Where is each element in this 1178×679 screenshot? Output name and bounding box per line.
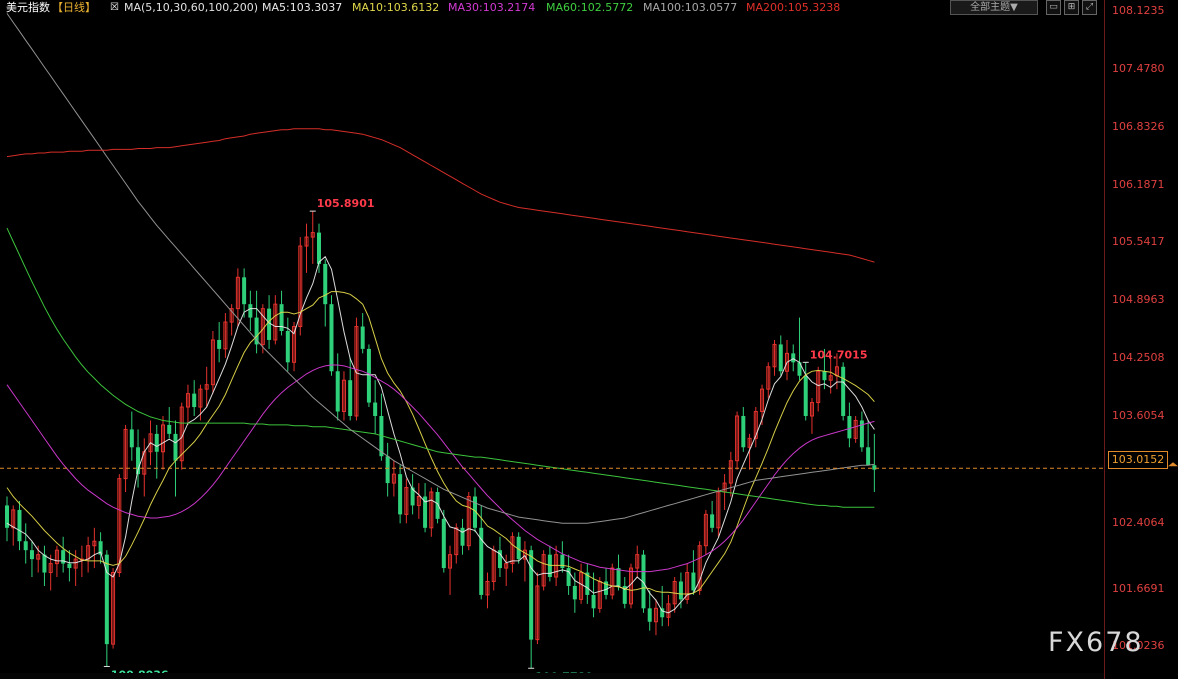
price-tick-label: 106.8326 — [1112, 119, 1165, 133]
ma30-value: MA30:103.2174 — [448, 1, 536, 14]
candle-body — [192, 393, 197, 408]
price-tick-label: 108.1235 — [1112, 4, 1165, 18]
candle-body — [267, 308, 272, 340]
candle-body — [691, 572, 696, 591]
candle-body — [678, 581, 683, 600]
ma-params-label[interactable]: MA(5,10,30,60,100,200) — [124, 0, 258, 15]
candle-body — [778, 344, 783, 372]
high-label: 104.7015 — [810, 348, 868, 361]
candle-body — [17, 509, 22, 542]
price-tick-label: 104.2508 — [1112, 350, 1165, 364]
high-label: 105.8901 — [317, 197, 375, 210]
candle-body — [710, 514, 715, 528]
symbol-name: 美元指数 — [6, 1, 50, 14]
candle-body — [348, 380, 353, 416]
trend-tool-icon[interactable]: ⤢ — [1082, 0, 1097, 15]
candle-body — [29, 550, 34, 560]
candle-body — [647, 608, 652, 622]
price-tick-label: 101.6691 — [1112, 581, 1165, 595]
ma100-value: MA100:103.0577 — [643, 1, 738, 14]
candle-body — [129, 429, 134, 448]
ma200-value: MA200:105.3238 — [746, 1, 841, 14]
candle-body — [460, 527, 465, 546]
candle-body — [335, 371, 340, 412]
single-pane-icon[interactable]: ▭ — [1046, 0, 1061, 15]
price-tick-label: 105.5417 — [1112, 235, 1165, 249]
candle-body — [67, 563, 72, 569]
candlestick-chart[interactable]: 100.8036105.8901100.7789104.7015 — [0, 0, 1178, 679]
current-price-marker — [1168, 462, 1178, 467]
candle-body — [317, 232, 321, 264]
candle-body — [529, 550, 534, 640]
price-tick-label: 104.8963 — [1112, 293, 1165, 307]
candle-body — [841, 366, 846, 416]
candle-body — [616, 568, 621, 586]
candle-body — [167, 424, 172, 434]
current-price-box: 103.0152 — [1108, 451, 1168, 469]
candle-body — [591, 594, 596, 609]
price-tick-label: 102.4064 — [1112, 515, 1165, 529]
candle-body — [803, 375, 808, 416]
candle-body — [847, 415, 852, 439]
candle-body — [741, 415, 746, 448]
ma-line-ma200 — [6, 128, 875, 263]
price-tick-label: 107.4780 — [1112, 62, 1165, 76]
candle-body — [42, 554, 47, 573]
candle-body — [385, 456, 390, 484]
candle-body — [248, 304, 253, 318]
indicator-toggle-icon[interactable]: ☒ — [110, 0, 119, 15]
candle-body — [285, 331, 290, 363]
bottom-indicator-strip — [0, 673, 1104, 679]
ma60-value: MA60:102.5772 — [546, 1, 634, 14]
candle-body — [242, 277, 247, 305]
ma5-value: MA5:103.3037 — [262, 1, 343, 14]
candle-body — [23, 541, 28, 551]
candle-body — [217, 339, 222, 349]
candle-body — [323, 263, 328, 305]
candle-body — [441, 518, 446, 569]
candle-body — [872, 465, 877, 470]
candle-body — [660, 608, 665, 618]
period-label[interactable]: 【日线】 — [52, 0, 96, 15]
candle-body — [360, 326, 365, 349]
candle-body — [572, 585, 577, 600]
grid-layout-icon[interactable]: ⊞ — [1064, 0, 1079, 15]
candle-body — [154, 433, 159, 452]
ma10-value: MA10:103.6132 — [352, 1, 440, 14]
candle-body — [366, 348, 371, 403]
theme-dropdown-button[interactable]: 全部主题▼ — [950, 0, 1038, 15]
candle-body — [329, 304, 334, 372]
candle-body — [173, 433, 178, 461]
watermark-logo: FX678 — [1048, 627, 1144, 658]
candle-body — [866, 447, 871, 466]
candle-body — [373, 402, 378, 416]
price-tick-label: 106.1871 — [1112, 177, 1165, 191]
indicator-header: 美元指数 【日线】 ☒ MA(5,10,30,60,100,200) MA5:1… — [0, 0, 1104, 16]
candle-body — [791, 353, 796, 363]
price-tick-label: 103.6054 — [1112, 408, 1165, 422]
candle-body — [398, 474, 403, 515]
candle-body — [822, 371, 827, 381]
